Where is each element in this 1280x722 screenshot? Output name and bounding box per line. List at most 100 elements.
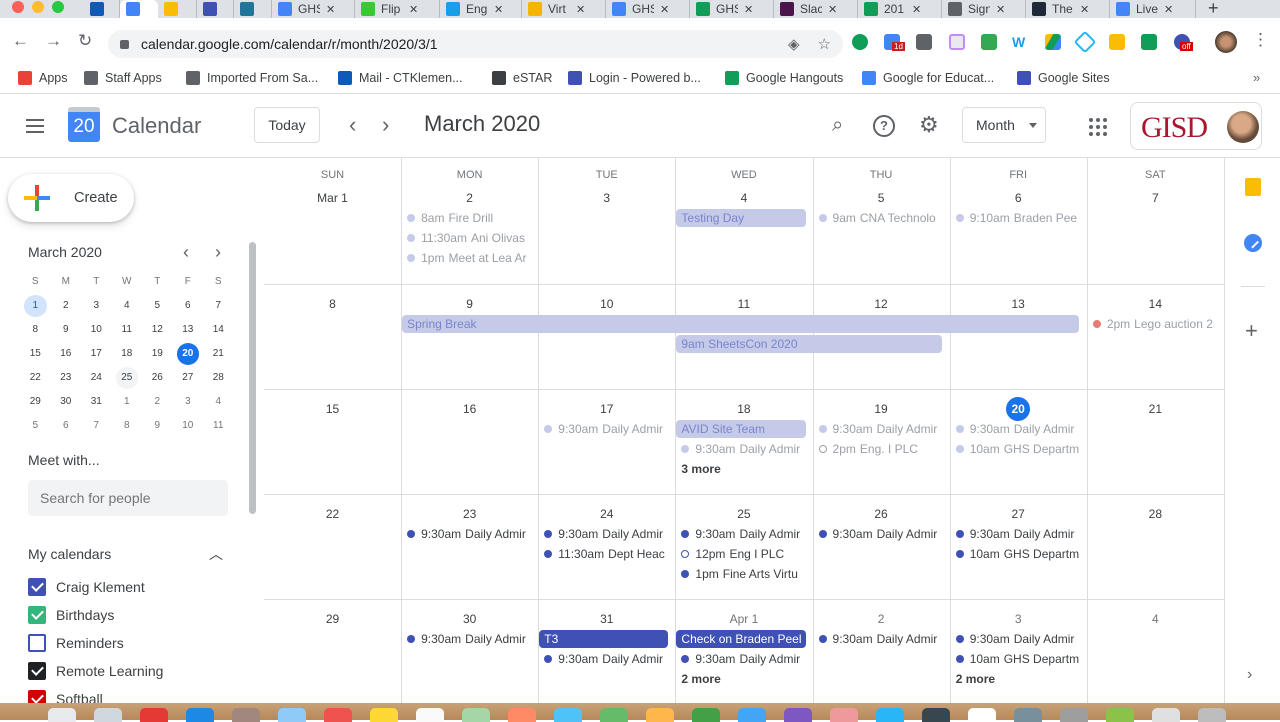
calendar-list-item[interactable]: Birthdays xyxy=(28,606,114,624)
mini-day[interactable]: 17 xyxy=(85,343,108,365)
event-item[interactable]: 9:30am Daily Admir xyxy=(681,440,806,458)
mini-day[interactable]: 7 xyxy=(207,295,230,317)
mini-day[interactable]: 25 xyxy=(115,367,138,389)
event-item[interactable]: 9:30am Daily Admir xyxy=(818,420,944,438)
mini-day[interactable]: 27 xyxy=(177,367,200,389)
browser-tab[interactable] xyxy=(197,0,234,18)
more-bookmarks-icon[interactable]: » xyxy=(1253,70,1260,85)
day-number[interactable]: 23 xyxy=(401,502,538,526)
reload-button[interactable]: ↻ xyxy=(78,31,92,51)
mini-day[interactable]: 8 xyxy=(116,415,139,437)
browser-tab[interactable] xyxy=(158,0,197,18)
settings-gear-icon[interactable]: ⚙ xyxy=(919,112,939,138)
event-chip[interactable]: Testing Day xyxy=(676,209,806,227)
day-number[interactable]: 5 xyxy=(813,186,950,210)
close-tab-icon[interactable]: ✕ xyxy=(409,3,418,16)
mini-day[interactable]: 3 xyxy=(177,391,200,413)
day-number[interactable]: 4 xyxy=(675,186,812,210)
event-item[interactable]: 9:10am Braden Pee xyxy=(955,209,1081,227)
mini-day[interactable]: 23 xyxy=(55,367,78,389)
event-chip[interactable]: T3 xyxy=(539,630,669,648)
browser-tab[interactable] xyxy=(234,0,272,18)
view-selector[interactable]: Month xyxy=(962,107,1046,143)
mini-prev-month-button[interactable]: ‹ xyxy=(183,242,189,263)
more-events-link[interactable]: 2 more xyxy=(956,672,995,686)
event-item[interactable]: 11:30am Ani Olivas xyxy=(407,229,532,247)
get-addons-icon[interactable]: + xyxy=(1245,318,1258,344)
event-item[interactable]: 1pm Fine Arts Virtu xyxy=(681,565,806,583)
mini-day[interactable]: 15 xyxy=(24,343,47,365)
mini-day[interactable]: 16 xyxy=(55,343,78,365)
mini-day[interactable]: 29 xyxy=(24,391,47,413)
today-button[interactable]: Today xyxy=(254,107,320,143)
event-item[interactable]: 9:30am Daily Admir xyxy=(955,525,1081,543)
account-avatar[interactable] xyxy=(1227,111,1259,143)
event-item[interactable]: 9:30am Daily Admir xyxy=(681,525,806,543)
keep-icon[interactable] xyxy=(1245,178,1261,196)
mini-day[interactable]: 4 xyxy=(116,295,139,317)
bookmark-item[interactable]: Google Hangouts xyxy=(725,71,843,85)
close-tab-icon[interactable]: ✕ xyxy=(326,3,335,16)
cast-extension-icon[interactable] xyxy=(1141,34,1157,50)
close-tab-icon[interactable]: ✕ xyxy=(828,3,837,16)
search-icon[interactable]: ⌕ xyxy=(832,114,843,137)
bookmark-star-icon[interactable]: ☆ xyxy=(818,35,831,53)
day-number[interactable]: 12 xyxy=(813,292,950,316)
browser-tab[interactable]: Eng ✕ xyxy=(440,0,522,18)
day-number[interactable]: 27 xyxy=(950,502,1087,526)
day-number[interactable]: 13 xyxy=(950,292,1087,316)
docs-extension-icon[interactable] xyxy=(949,34,965,50)
day-number[interactable]: 15 xyxy=(264,397,401,421)
event-item[interactable]: 2pm Lego auction 2 xyxy=(1092,315,1218,333)
main-menu-icon[interactable] xyxy=(26,119,44,133)
day-number[interactable]: 6 xyxy=(950,186,1087,210)
event-item[interactable]: 9:30am Daily Admir xyxy=(407,630,532,648)
day-number[interactable]: 9 xyxy=(401,292,538,316)
search-people-input[interactable] xyxy=(28,480,228,516)
mini-day[interactable]: 10 xyxy=(85,319,108,341)
day-number[interactable]: 8 xyxy=(264,292,401,316)
address-bar[interactable]: calendar.google.com/calendar/r/month/202… xyxy=(108,30,843,58)
mini-day[interactable]: 5 xyxy=(24,415,47,437)
maximize-window-button[interactable] xyxy=(52,1,64,13)
profile-avatar[interactable] xyxy=(1215,31,1237,53)
close-tab-icon[interactable]: ✕ xyxy=(996,3,1005,16)
mini-day[interactable]: 28 xyxy=(207,367,230,389)
calendar-list-item[interactable]: Reminders xyxy=(28,634,124,652)
mini-next-month-button[interactable]: › xyxy=(215,242,221,263)
day-number[interactable]: 30 xyxy=(401,607,538,631)
more-events-link[interactable]: 2 more xyxy=(681,672,720,686)
day-number[interactable]: 10 xyxy=(538,292,675,316)
collapse-chevron-icon[interactable]: ︿ xyxy=(209,544,223,564)
day-number[interactable]: 7 xyxy=(1087,186,1224,210)
mini-day[interactable]: 24 xyxy=(85,367,108,389)
browser-tab[interactable]: GHS ✕ xyxy=(606,0,690,18)
calendar-checkbox[interactable] xyxy=(28,606,46,624)
close-tab-icon[interactable]: ✕ xyxy=(744,3,753,16)
keep-extension-icon[interactable] xyxy=(916,34,932,50)
sidebar-scrollbar[interactable] xyxy=(249,242,256,514)
day-number[interactable]: 11 xyxy=(675,292,812,316)
mini-day[interactable]: 13 xyxy=(177,319,200,341)
expand-panel-icon[interactable]: › xyxy=(1247,666,1252,684)
day-number[interactable]: 16 xyxy=(401,397,538,421)
mini-day[interactable]: 19 xyxy=(146,343,169,365)
event-item[interactable]: 10am GHS Departm xyxy=(955,440,1081,458)
event-item[interactable]: 9:30am Daily Admir xyxy=(955,420,1081,438)
browser-tab[interactable]: GHS ✕ xyxy=(272,0,355,18)
browser-tab[interactable] xyxy=(84,0,120,18)
day-number[interactable]: 28 xyxy=(1087,502,1224,526)
bookmark-item[interactable]: Apps xyxy=(18,71,68,85)
day-number[interactable]: 26 xyxy=(813,502,950,526)
hangouts-extension-icon[interactable] xyxy=(852,34,868,50)
browser-tab[interactable]: The ✕ xyxy=(1026,0,1110,18)
mini-day[interactable]: 1 xyxy=(24,295,47,317)
my-calendars-title[interactable]: My calendars xyxy=(28,546,111,562)
mini-day[interactable]: 9 xyxy=(146,415,169,437)
close-tab-icon[interactable]: ✕ xyxy=(912,3,921,16)
mini-day[interactable]: 14 xyxy=(207,319,230,341)
event-item[interactable]: 1pm Meet at Lea Ar xyxy=(407,249,532,267)
mini-day[interactable]: 2 xyxy=(146,391,169,413)
event-item[interactable]: 9:30am Daily Admir xyxy=(407,525,532,543)
mini-day[interactable]: 1 xyxy=(116,391,139,413)
